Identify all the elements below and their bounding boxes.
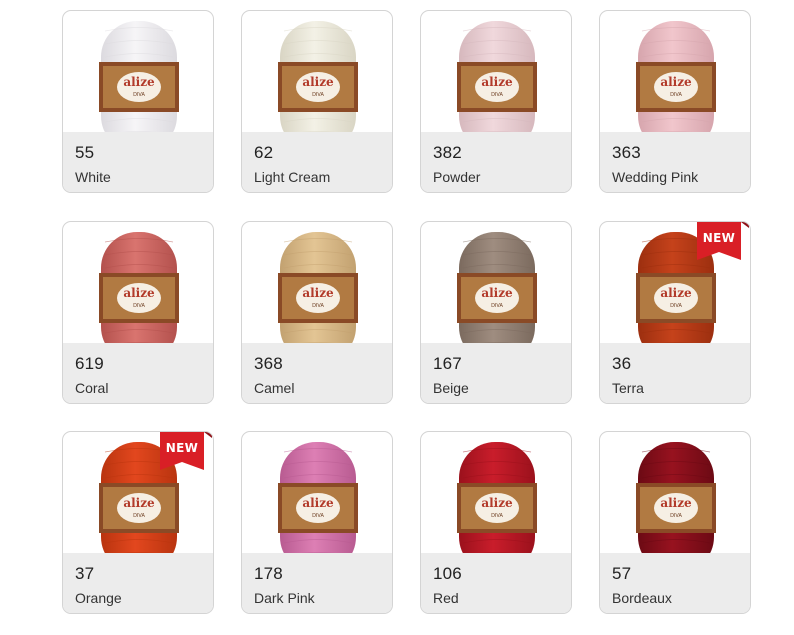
brand-logo: alize xyxy=(302,286,334,300)
brand-line: DIVA xyxy=(133,513,145,519)
brand-logo: alize xyxy=(123,286,155,300)
brand-line: DIVA xyxy=(312,513,324,519)
brand-line: DIVA xyxy=(491,513,503,519)
brand-logo: alize xyxy=(302,496,334,510)
color-name: Coral xyxy=(75,380,109,396)
new-badge-label: NEW xyxy=(165,441,199,455)
color-name: Powder xyxy=(433,169,481,185)
swatch-card[interactable]: alize DIVA 57 Bordeaux xyxy=(599,431,751,614)
color-name: Red xyxy=(433,590,459,606)
swatch-card[interactable]: alize DIVA 363 Wedding Pink xyxy=(599,10,751,193)
brand-logo: alize xyxy=(123,496,155,510)
swatch-card[interactable]: alize DIVA 167 Beige xyxy=(420,221,572,404)
swatch-card[interactable]: alize DIVA 36 Terra NEW xyxy=(599,221,751,404)
brand-line: DIVA xyxy=(312,303,324,309)
brand-line: DIVA xyxy=(670,303,682,309)
new-badge: NEW xyxy=(160,432,213,472)
swatch-card[interactable]: alize DIVA 382 Powder xyxy=(420,10,572,193)
brand-logo: alize xyxy=(123,75,155,89)
brand-logo: alize xyxy=(481,496,513,510)
new-badge-label: NEW xyxy=(702,231,736,245)
brand-logo: alize xyxy=(481,286,513,300)
swatch-card[interactable]: alize DIVA 62 Light Cream xyxy=(241,10,393,193)
color-name: Camel xyxy=(254,380,295,396)
swatch-card[interactable]: alize DIVA 37 Orange NEW xyxy=(62,431,214,614)
color-name: White xyxy=(75,169,111,185)
brand-logo: alize xyxy=(660,286,692,300)
brand-logo: alize xyxy=(481,75,513,89)
new-badge: NEW xyxy=(697,222,750,262)
color-code: 57 xyxy=(612,564,632,583)
color-code: 363 xyxy=(612,143,641,162)
color-code: 55 xyxy=(75,143,95,162)
swatch-card[interactable]: alize DIVA 55 White xyxy=(62,10,214,193)
brand-line: DIVA xyxy=(670,92,682,98)
brand-logo: alize xyxy=(660,75,692,89)
color-code: 62 xyxy=(254,143,274,162)
color-code: 36 xyxy=(612,354,632,373)
color-name: Light Cream xyxy=(254,169,331,185)
brand-line: DIVA xyxy=(670,513,682,519)
brand-line: DIVA xyxy=(133,92,145,98)
swatch-card[interactable]: alize DIVA 619 Coral xyxy=(62,221,214,404)
color-code: 368 xyxy=(254,354,283,373)
color-name: Terra xyxy=(612,380,644,396)
swatch-card[interactable]: alize DIVA 178 Dark Pink xyxy=(241,431,393,614)
color-name: Dark Pink xyxy=(254,590,315,606)
color-code: 382 xyxy=(433,143,462,162)
brand-line: DIVA xyxy=(491,92,503,98)
swatch-card[interactable]: alize DIVA 106 Red xyxy=(420,431,572,614)
color-code: 106 xyxy=(433,564,462,583)
color-name: Wedding Pink xyxy=(612,169,699,185)
color-name: Orange xyxy=(75,590,122,606)
color-code: 178 xyxy=(254,564,283,583)
brand-line: DIVA xyxy=(312,92,324,98)
color-code: 167 xyxy=(433,354,462,373)
color-name: Beige xyxy=(433,380,469,396)
brand-logo: alize xyxy=(302,75,334,89)
brand-line: DIVA xyxy=(133,303,145,309)
color-name: Bordeaux xyxy=(612,590,672,606)
color-code: 37 xyxy=(75,564,95,583)
swatch-card[interactable]: alize DIVA 368 Camel xyxy=(241,221,393,404)
color-swatch-grid: alize DIVA 55 White alize DIVA 62 Light Cr… xyxy=(0,0,794,635)
brand-logo: alize xyxy=(660,496,692,510)
brand-line: DIVA xyxy=(491,303,503,309)
color-code: 619 xyxy=(75,354,104,373)
